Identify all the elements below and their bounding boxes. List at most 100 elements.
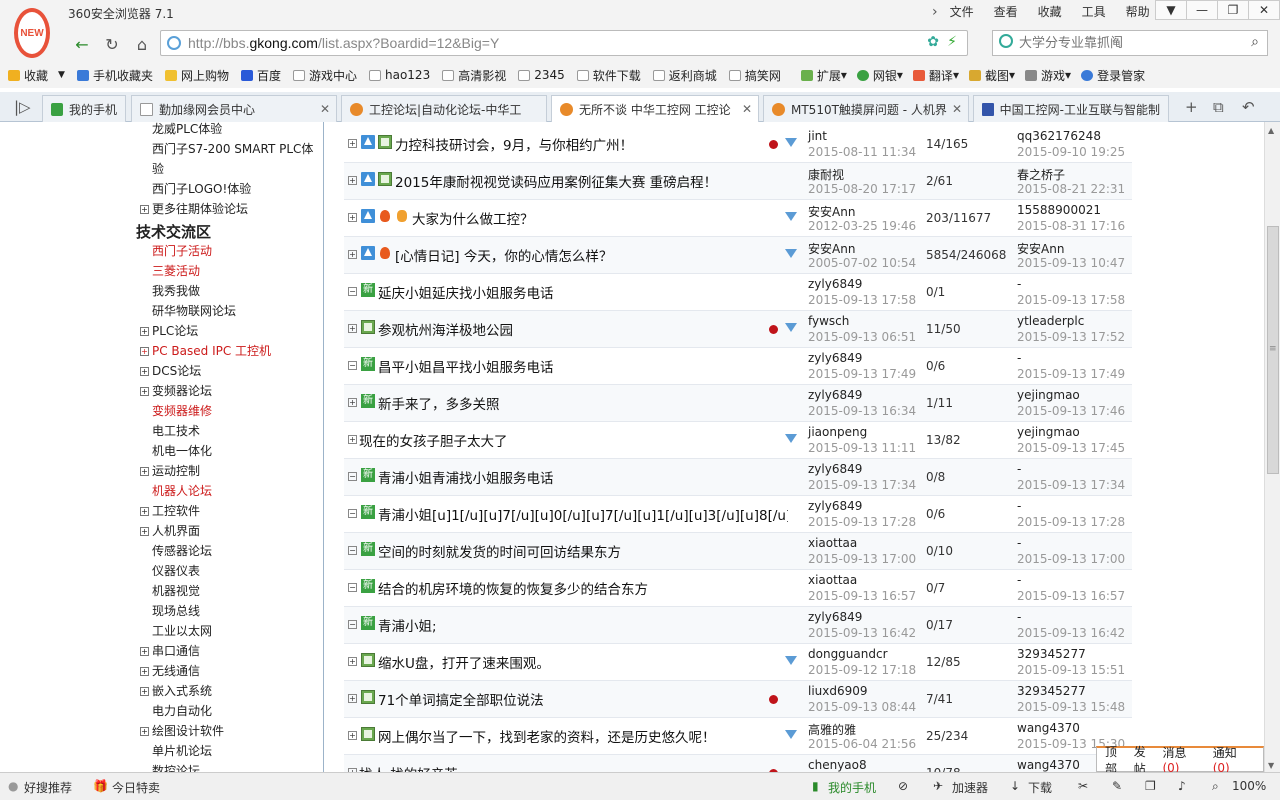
restore-button[interactable]: ❐ (1217, 0, 1249, 20)
volume-icon[interactable]: ♪ (1178, 779, 1186, 793)
thread-title[interactable]: 2015年康耐视视觉读码应用案例征集大赛 重磅启程！ (395, 171, 717, 191)
status-download[interactable]: 下载 (1028, 779, 1052, 796)
sidebar-item[interactable]: 机器人论坛 (152, 482, 212, 499)
thread-title[interactable]: 青浦小姐[u]1[/u][u]7[/u][u]0[/u][u]7[/u][u]1… (378, 504, 788, 524)
sidebar-item[interactable]: 研华物联网论坛 (152, 302, 236, 319)
sidebar-item[interactable]: + 无线通信 (140, 662, 200, 679)
search-icon[interactable]: ⌕ (1251, 34, 1259, 50)
thread-title[interactable]: 参观杭州海洋极地公园 (378, 319, 513, 339)
expand-icon[interactable]: + (348, 657, 357, 666)
scissors-icon[interactable]: ✂ (1078, 779, 1088, 793)
sidebar-item[interactable]: + PLC论坛 (140, 322, 198, 339)
undo-close-icon[interactable]: ↶ (1242, 98, 1255, 116)
thread-title[interactable]: 找人 找的好辛苦 (359, 763, 458, 772)
sidebar-item[interactable]: 龙威PLC体验 (152, 122, 222, 137)
menu-file[interactable]: 文件 (950, 3, 974, 20)
thread-title[interactable]: 结合的机房环境的恢复的恢复多少的结合东方 (378, 578, 648, 598)
thread-last-user[interactable]: - (1017, 573, 1021, 587)
expand-icon[interactable]: + (348, 731, 357, 740)
sidebar-item[interactable]: 传感器论坛 (152, 542, 212, 559)
thread-title[interactable]: 空间的时刻就发货的时间可回访结果东方 (378, 541, 621, 561)
ext-login-manager[interactable]: 登录管家 (1081, 67, 1145, 84)
fav-shopping[interactable]: 网上购物 (164, 67, 229, 84)
expand-arrow-icon[interactable] (785, 249, 797, 258)
thread-title[interactable]: 缩水U盘，打开了速来围观。 (378, 652, 550, 672)
address-url[interactable]: http://bbs.gkong.com/list.aspx?Boardid=1… (188, 35, 499, 51)
thread-last-user[interactable]: 329345277 (1017, 647, 1086, 661)
sidebar-item[interactable]: + 嵌入式系统 (140, 682, 212, 699)
thread-author[interactable]: zyly6849 (808, 499, 862, 513)
expand-icon[interactable]: + (348, 694, 357, 703)
collapse-icon[interactable]: − (348, 509, 357, 518)
expand-arrow-icon[interactable] (785, 138, 797, 147)
status-my-phone[interactable]: 我的手机 (828, 779, 876, 796)
sidebar-item[interactable]: 我秀我做 (152, 282, 200, 299)
thread-author[interactable]: zyly6849 (808, 610, 862, 624)
tab-mt510t[interactable]: MT510T触摸屏问题 - 人机界 ✕ (763, 95, 969, 122)
fav-mall[interactable]: 返利商城 (652, 67, 717, 84)
thread-last-user[interactable]: 329345277 (1017, 684, 1086, 698)
expand-icon[interactable]: + (140, 507, 149, 516)
refresh-button[interactable]: ↻ (100, 32, 124, 56)
sidebar-item[interactable]: 变频器维修 (152, 402, 212, 419)
home-button[interactable]: ⌂ (130, 32, 154, 56)
close-tab-icon[interactable]: ✕ (742, 102, 752, 116)
zoom-level[interactable]: 100% (1232, 779, 1266, 793)
tab-current[interactable]: 无所不谈 中华工控网 工控论 ✕ (551, 95, 759, 123)
expand-icon[interactable]: + (140, 687, 149, 696)
thread-last-user[interactable]: ytleaderplc (1017, 314, 1084, 328)
sidebar-item[interactable]: + 工控软件 (140, 502, 200, 519)
chevron-down-icon[interactable]: ▼ (58, 70, 65, 80)
chevron-right-icon[interactable]: › (932, 4, 938, 20)
fav-2345[interactable]: 2345 (518, 68, 565, 82)
expand-icon[interactable]: + (140, 327, 149, 336)
sidebar-item[interactable]: + DCS论坛 (140, 362, 201, 379)
scroll-down-icon[interactable]: ▼ (1268, 761, 1274, 770)
collapse-icon[interactable]: − (348, 287, 357, 296)
collapse-icon[interactable]: − (348, 620, 357, 629)
expand-icon[interactable]: + (140, 667, 149, 676)
thread-title[interactable]: 网上偶尔当了一下，找到老家的资料，还是历史悠久呢！ (378, 726, 716, 746)
security-icon[interactable]: ✿ (927, 34, 939, 50)
collapse-icon[interactable]: − (348, 583, 357, 592)
expand-icon[interactable]: + (140, 647, 149, 656)
thread-author[interactable]: zyly6849 (808, 351, 862, 365)
close-button[interactable]: ✕ (1248, 0, 1280, 20)
expand-icon[interactable]: + (140, 205, 149, 214)
sidebar-item[interactable]: + 运动控制 (140, 462, 200, 479)
browser-logo[interactable]: NEW (14, 8, 50, 58)
sidebar-toggle-icon[interactable]: |▷ (14, 98, 31, 116)
thread-last-user[interactable]: - (1017, 536, 1021, 550)
thread-author[interactable]: 安安Ann (808, 240, 855, 257)
thread-title[interactable]: 昌平小姐昌平找小姐服务电话 (378, 356, 554, 376)
expand-icon[interactable]: + (140, 347, 149, 356)
fav-mobile[interactable]: 手机收藏夹 (76, 67, 153, 84)
sidebar-item[interactable]: 机电一体化 (152, 442, 212, 459)
thread-title[interactable]: 延庆小姐延庆找小姐服务电话 (378, 282, 554, 302)
sidebar-item[interactable]: + 人机界面 (140, 522, 200, 539)
ext-extensions[interactable]: 扩展 ▾ (800, 67, 847, 84)
thread-last-user[interactable]: - (1017, 351, 1021, 365)
fav-games[interactable]: 游戏中心 (292, 67, 357, 84)
sidebar-item[interactable]: 数控论坛 (152, 762, 200, 772)
thread-author[interactable]: jint (808, 129, 827, 143)
menu-view[interactable]: 查看 (994, 3, 1018, 20)
status-recommend[interactable]: 好搜推荐 (24, 779, 72, 796)
sidebar-item[interactable]: + 更多往期体验论坛 (140, 200, 248, 217)
fav-hao123[interactable]: hao123 (369, 68, 430, 82)
expand-icon[interactable]: + (140, 367, 149, 376)
expand-icon[interactable]: + (348, 176, 357, 185)
expand-icon[interactable]: + (348, 250, 357, 259)
thread-title[interactable]: 青浦小姐; (378, 615, 437, 635)
back-button[interactable]: ← (70, 32, 94, 56)
expand-icon[interactable]: + (348, 213, 357, 222)
address-bar[interactable]: http://bbs.gkong.com/list.aspx?Boardid=1… (160, 30, 968, 56)
sidebar-item[interactable]: 西门子LOGO!体验 (152, 180, 251, 197)
thread-author[interactable]: xiaottaa (808, 573, 857, 587)
sidebar-item[interactable]: 现场总线 (152, 602, 200, 619)
edit-icon[interactable]: ✎ (1112, 779, 1122, 793)
ext-screenshot[interactable]: 截图 ▾ (968, 67, 1015, 84)
thread-author[interactable]: 安安Ann (808, 203, 855, 220)
close-tab-icon[interactable]: ✕ (320, 102, 330, 116)
sidebar-item[interactable]: 西门子活动 (152, 242, 212, 259)
